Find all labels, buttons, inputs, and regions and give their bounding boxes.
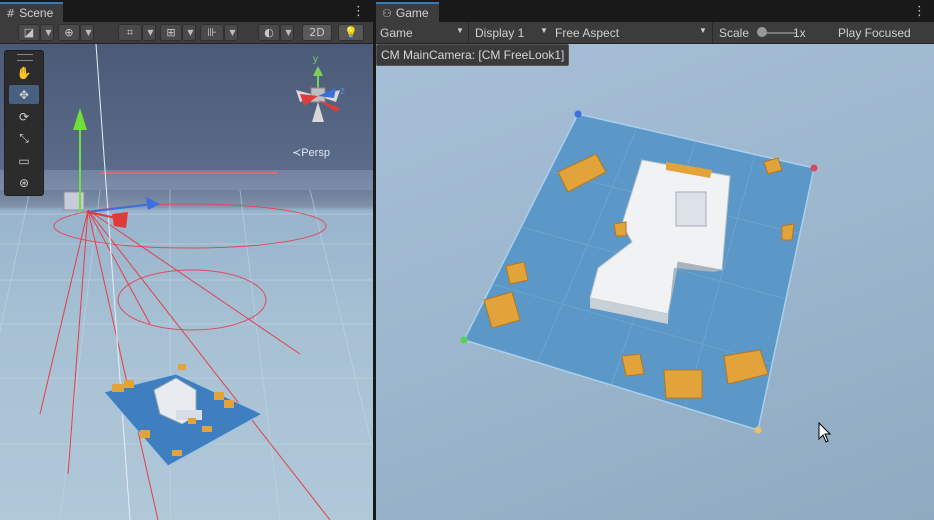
grid-toggle-icon: ⊞	[166, 26, 176, 39]
grid-toggle-button[interactable]: ⊞	[160, 24, 182, 41]
rect-tool[interactable]: ▭	[9, 151, 39, 170]
gamepad-icon: ⚇	[382, 6, 392, 20]
gizmo-z-arrow	[146, 197, 160, 210]
scene-menu-icon[interactable]: ⋮	[352, 4, 365, 19]
display-dropdown[interactable]: Display 1 ▼	[475, 22, 551, 43]
scene-grid	[0, 189, 373, 520]
globe-icon: ⊕	[64, 26, 74, 39]
scene-viewport[interactable]: y z ≺Persp ✋ ✥ ⟳ ⤡ ▭ ⊛	[0, 44, 373, 520]
game-toolbar: Game ▼ Display 1 ▼ Free Aspect ▼ Scale 1…	[376, 22, 934, 44]
tab-game-label: Game	[395, 6, 429, 20]
scale-value: 1x	[793, 25, 806, 40]
rotate-tool[interactable]: ⟳	[9, 107, 39, 126]
grid-snap-dropdown-button[interactable]: ▼	[142, 24, 156, 41]
scene-toolbar: ◪ ▼ ⊕ ▼ ⌗ ▼ ⊞ ▼ ⊪ ▼ ◐ ▼ 2D 💡	[0, 22, 373, 44]
gizmo-y-arrow	[73, 108, 87, 130]
shading-mode-button[interactable]: ◪	[18, 24, 40, 41]
hand-icon: ✋	[16, 65, 32, 80]
increment-snap-icon: ⊪	[207, 26, 217, 39]
increment-dropdown-button[interactable]: ▼	[224, 24, 238, 41]
shading-dropdown-button[interactable]: ▼	[40, 24, 54, 41]
transform-icon: ⊛	[18, 175, 30, 190]
scale-icon: ⤡	[19, 131, 29, 145]
gizmo-y-label: y	[313, 54, 318, 65]
increment-snap-button[interactable]: ⊪	[200, 24, 224, 41]
light-direction-line	[95, 44, 131, 520]
rect-icon: ▭	[18, 153, 30, 168]
gizmos-button[interactable]: ⊕	[58, 24, 80, 41]
scene-drawing	[0, 44, 373, 520]
move-tool[interactable]: ✥	[9, 85, 39, 104]
scene-lighting-button[interactable]: 💡	[338, 24, 364, 41]
grid-snap-icon: ⌗	[126, 25, 134, 39]
game-render	[460, 110, 818, 434]
gizmos-dropdown-button[interactable]: ▼	[80, 24, 94, 41]
toggle-2d-label: 2D	[309, 26, 325, 39]
arrow-cursor-icon	[818, 422, 832, 443]
chevron-down-icon: ▼	[187, 28, 194, 37]
grid-toggle-dropdown-button[interactable]: ▼	[182, 24, 196, 41]
game-menu-icon[interactable]: ⋮	[913, 4, 926, 19]
tab-scene[interactable]: # Scene	[0, 2, 64, 22]
rotate-icon: ⟳	[18, 109, 30, 124]
scene-view-gizmo	[296, 66, 340, 122]
corner-marker-blue	[574, 110, 582, 118]
chevron-down-icon: ▼	[85, 28, 92, 37]
gizmo-z-label: z	[340, 86, 345, 97]
tab-scene-label: Scene	[19, 6, 54, 20]
corner-marker-green	[460, 336, 468, 344]
display-dropdown-label: Display 1	[475, 25, 525, 40]
game-stairs	[675, 191, 707, 227]
scene-tabbar: # Scene ⋮	[0, 0, 373, 22]
scale-slider-handle[interactable]	[757, 27, 767, 37]
orbit-mid-ellipse	[117, 269, 267, 331]
toggle-2d-button[interactable]: 2D	[302, 24, 332, 41]
chevron-down-icon: ▼	[540, 26, 548, 35]
chevron-down-icon: ▼	[699, 26, 707, 35]
tools-overlay: ✋ ✥ ⟳ ⤡ ▭ ⊛	[4, 50, 44, 196]
render-mode-button[interactable]: ◐	[258, 24, 280, 41]
game-view-dropdown[interactable]: Game ▼	[380, 22, 466, 43]
aspect-dropdown-label: Free Aspect	[555, 25, 620, 40]
render-mode-icon: ◐	[264, 26, 274, 39]
chevron-down-icon: ▼	[45, 28, 52, 37]
lightbulb-icon: 💡	[344, 26, 358, 39]
scene-panel: # Scene ⋮ ◪ ▼ ⊕ ▼ ⌗ ▼ ⊞ ▼ ⊪ ▼ ◐ ▼ 2D 💡 y…	[0, 0, 373, 520]
move-icon: ✥	[18, 87, 30, 102]
camera-status-label: CM MainCamera: [CM FreeLook1]	[376, 44, 570, 66]
corner-marker-yellow	[754, 426, 762, 434]
toolbar-separator	[712, 22, 713, 43]
aspect-dropdown[interactable]: Free Aspect ▼	[555, 22, 707, 43]
game-panel: ⚇ Game ⋮ Game ▼ Display 1 ▼ Free Aspect …	[376, 0, 934, 520]
toolbar-separator	[468, 22, 469, 43]
scale-slider[interactable]	[762, 32, 796, 34]
corner-marker-red	[810, 164, 818, 172]
scene-grid-icon: #	[6, 6, 16, 20]
grid-snap-button[interactable]: ⌗	[118, 24, 142, 41]
chevron-down-icon: ▼	[147, 28, 154, 37]
shading-icon: ◪	[23, 26, 35, 39]
projection-toggle[interactable]: ≺Persp	[292, 146, 330, 159]
game-tabbar: ⚇ Game ⋮	[376, 0, 934, 22]
tab-game[interactable]: ⚇ Game	[376, 2, 439, 22]
gizmo-x-arrow	[112, 212, 128, 228]
scale-tool[interactable]: ⤡	[9, 129, 39, 148]
chevron-down-icon: ▼	[229, 28, 236, 37]
chevron-down-icon: ▼	[285, 28, 292, 37]
overlay-grip-handle[interactable]	[17, 54, 33, 61]
transform-tool[interactable]: ⊛	[9, 173, 39, 192]
hand-tool[interactable]: ✋	[9, 63, 39, 82]
scale-label: Scale	[719, 25, 750, 40]
game-viewport[interactable]: CM MainCamera: [CM FreeLook1]	[376, 44, 934, 520]
chevron-down-icon: ▼	[456, 26, 464, 35]
render-mode-dropdown-button[interactable]: ▼	[280, 24, 294, 41]
game-view-dropdown-label: Game	[380, 25, 413, 40]
play-mode-dropdown[interactable]: Play Focused	[838, 22, 911, 43]
